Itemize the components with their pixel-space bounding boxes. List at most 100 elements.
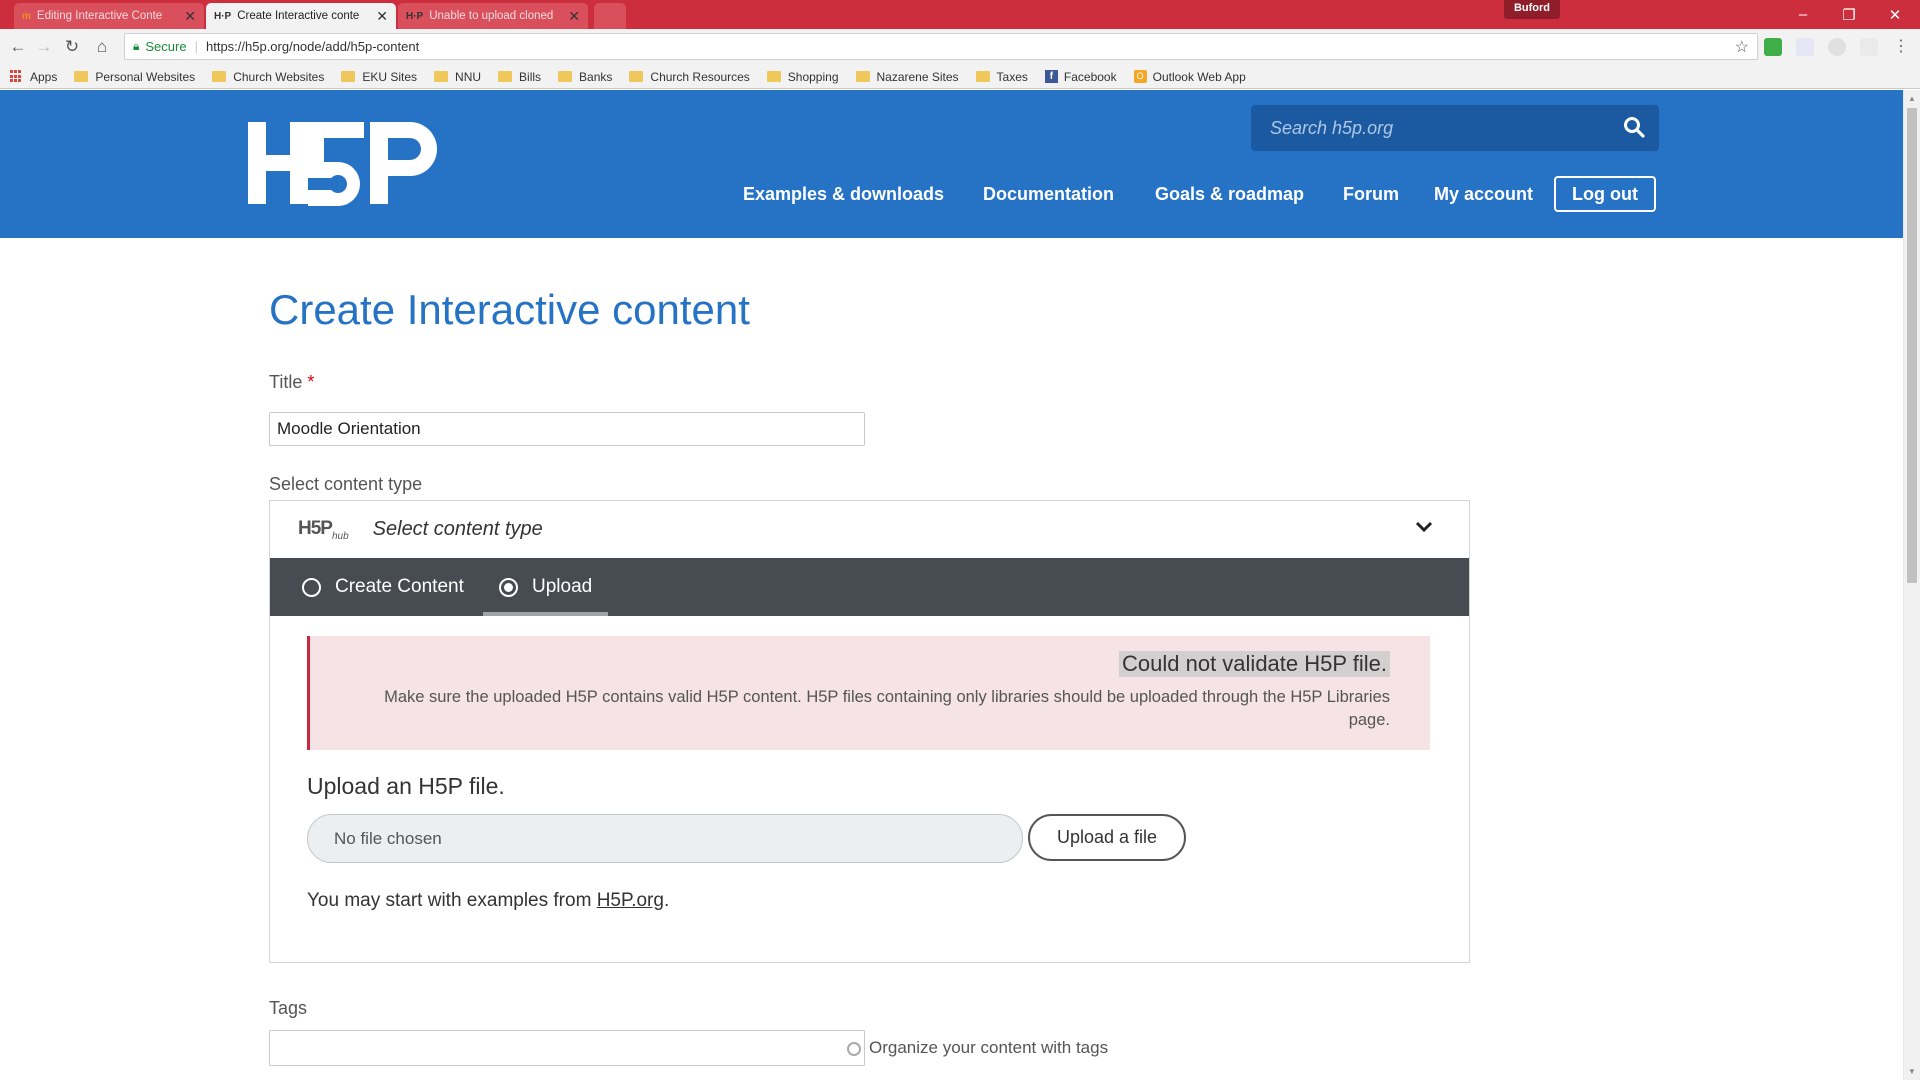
browser-tab-3[interactable]: H·P Unable to upload cloned ✕ <box>398 3 588 29</box>
title-label: Title * <box>269 372 314 393</box>
hub-header[interactable]: H5Phub Select content type <box>270 501 1469 558</box>
active-tab-indicator <box>483 612 608 616</box>
extension-icon[interactable] <box>1828 38 1846 56</box>
upload-file-button[interactable]: Upload a file <box>1028 814 1186 861</box>
h5p-favicon-icon: H·P <box>214 10 232 22</box>
examples-text: You may start with examples from H5P.org… <box>307 890 669 912</box>
h5p-logo[interactable] <box>246 120 446 206</box>
hub-logo-sub: hub <box>331 530 349 542</box>
page-title: Create Interactive content <box>269 286 750 333</box>
nav-goals-roadmap[interactable]: Goals & roadmap <box>1155 176 1304 212</box>
radio-checked-icon <box>499 577 518 597</box>
nav-documentation[interactable]: Documentation <box>983 176 1114 212</box>
bookmark-folder[interactable]: Personal Websites <box>74 70 195 84</box>
bookmark-folder[interactable]: Shopping <box>766 69 839 84</box>
nav-my-account[interactable]: My account <box>1434 176 1533 212</box>
bookmark-apps[interactable]: Apps <box>10 70 57 84</box>
close-tab-icon[interactable]: ✕ <box>184 8 196 25</box>
bookmark-folder[interactable]: Taxes <box>975 70 1028 84</box>
folder-icon <box>855 71 870 82</box>
bookmark-label: Church Resources <box>650 69 750 84</box>
title-label-text: Title <box>269 372 303 392</box>
moodle-favicon-icon: m <box>22 10 31 22</box>
examples-suffix: . <box>663 890 670 911</box>
home-icon[interactable]: ⌂ <box>92 37 112 57</box>
bookmark-star-icon[interactable]: ☆ <box>1735 37 1749 57</box>
bookmark-folder[interactable]: Church Resources <box>629 69 750 84</box>
bookmark-folder[interactable]: Nazarene Sites <box>855 70 959 84</box>
page-scrollbar[interactable]: ▲ ▼ <box>1903 90 1920 1080</box>
bookmark-label: Apps <box>30 69 58 84</box>
close-tab-icon[interactable]: ✕ <box>376 8 388 25</box>
bookmark-label: Personal Websites <box>95 69 196 84</box>
bookmark-facebook[interactable]: f Facebook <box>1044 69 1117 84</box>
page-viewport: Search h5p.org Examples & downloads Docu… <box>0 90 1920 1080</box>
bookmarks-bar: Apps Personal Websites Church Websites E… <box>0 65 1920 89</box>
extension-icon[interactable] <box>1860 38 1878 56</box>
tab-label: Create Content <box>335 576 464 597</box>
bookmark-label: Shopping <box>787 69 839 84</box>
tags-input[interactable] <box>269 1030 865 1066</box>
scroll-up-icon[interactable]: ▲ <box>1908 94 1916 103</box>
hub-logo: H5Phub <box>298 518 349 542</box>
address-bar[interactable]: 🔒︎ Secure | https://h5p.org/node/add/h5p… <box>124 33 1758 60</box>
required-mark: * <box>307 372 315 392</box>
close-window-icon[interactable]: ✕ <box>1872 0 1918 29</box>
folder-icon <box>498 71 513 82</box>
bookmark-label: Banks <box>579 69 613 84</box>
extension-icon[interactable] <box>1796 38 1814 56</box>
tab-label: Upload <box>532 576 593 597</box>
bookmark-folder[interactable]: Church Websites <box>212 70 324 84</box>
hub-select-label: Select content type <box>372 518 543 540</box>
browser-tab-2[interactable]: H·P Create Interactive conte ✕ <box>206 3 396 29</box>
h5p-org-link[interactable]: H5P.org <box>597 890 664 911</box>
restore-icon[interactable]: ❐ <box>1826 0 1872 29</box>
title-value: Moodle Orientation <box>277 419 421 438</box>
bookmark-label: Bills <box>519 69 542 84</box>
error-message: Could not validate H5P file. Make sure t… <box>307 636 1430 750</box>
close-tab-icon[interactable]: ✕ <box>568 8 580 25</box>
h5p-favicon-icon: H·P <box>406 10 424 22</box>
folder-icon <box>434 71 449 82</box>
new-tab-button[interactable] <box>594 3 626 29</box>
h5p-hub-panel: H5Phub Select content type Create Conten… <box>269 500 1470 963</box>
error-title: Could not validate H5P file. <box>1119 651 1390 677</box>
bookmark-folder[interactable]: Banks <box>558 70 612 84</box>
nav-forum[interactable]: Forum <box>1343 176 1399 212</box>
chevron-down-icon[interactable] <box>1415 521 1433 533</box>
bookmark-label: Facebook <box>1063 69 1117 84</box>
bookmark-folder[interactable]: Bills <box>498 70 541 84</box>
tab-title: Unable to upload cloned <box>429 10 554 22</box>
bookmark-label: EKU Sites <box>362 69 418 84</box>
tab-create-content[interactable]: Create Content <box>302 558 464 616</box>
bookmark-outlook[interactable]: O Outlook Web App <box>1133 70 1246 84</box>
reload-icon[interactable]: ↻ <box>62 37 82 57</box>
tab-upload[interactable]: Upload <box>499 558 592 616</box>
scroll-down-icon[interactable]: ▼ <box>1908 1067 1916 1076</box>
folder-icon <box>975 71 990 82</box>
content-type-label: Select content type <box>269 474 423 494</box>
scrollbar-thumb[interactable] <box>1907 108 1917 583</box>
folder-icon <box>629 71 644 82</box>
search-icon[interactable] <box>1623 116 1645 138</box>
autocomplete-throbber-icon <box>847 1042 861 1056</box>
forward-icon[interactable]: → <box>34 37 54 57</box>
profile-button[interactable]: Buford <box>1503 0 1560 19</box>
bookmark-folder[interactable]: NNU <box>434 70 481 84</box>
bookmark-folder[interactable]: EKU Sites <box>341 70 417 84</box>
log-out-button[interactable]: Log out <box>1554 176 1656 212</box>
browser-tab-1[interactable]: m Editing Interactive Conte ✕ <box>14 3 204 29</box>
nav-examples-downloads[interactable]: Examples & downloads <box>743 176 944 212</box>
folder-icon <box>341 71 356 82</box>
file-input[interactable]: No file chosen <box>307 814 1023 863</box>
search-input[interactable]: Search h5p.org <box>1251 105 1659 151</box>
error-description: Make sure the uploaded H5P contains vali… <box>384 688 1390 729</box>
bookmark-label: Church Websites <box>233 69 325 84</box>
hub-logo-text: H5P <box>298 517 333 539</box>
back-icon[interactable]: ← <box>8 37 28 57</box>
menu-icon[interactable]: ⋮ <box>1892 38 1910 56</box>
tags-help-text: Organize your content with tags <box>869 1038 1109 1057</box>
title-field[interactable]: Moodle Orientation <box>269 412 865 446</box>
extension-icon[interactable] <box>1764 38 1782 56</box>
minimize-icon[interactable]: – <box>1780 0 1826 29</box>
